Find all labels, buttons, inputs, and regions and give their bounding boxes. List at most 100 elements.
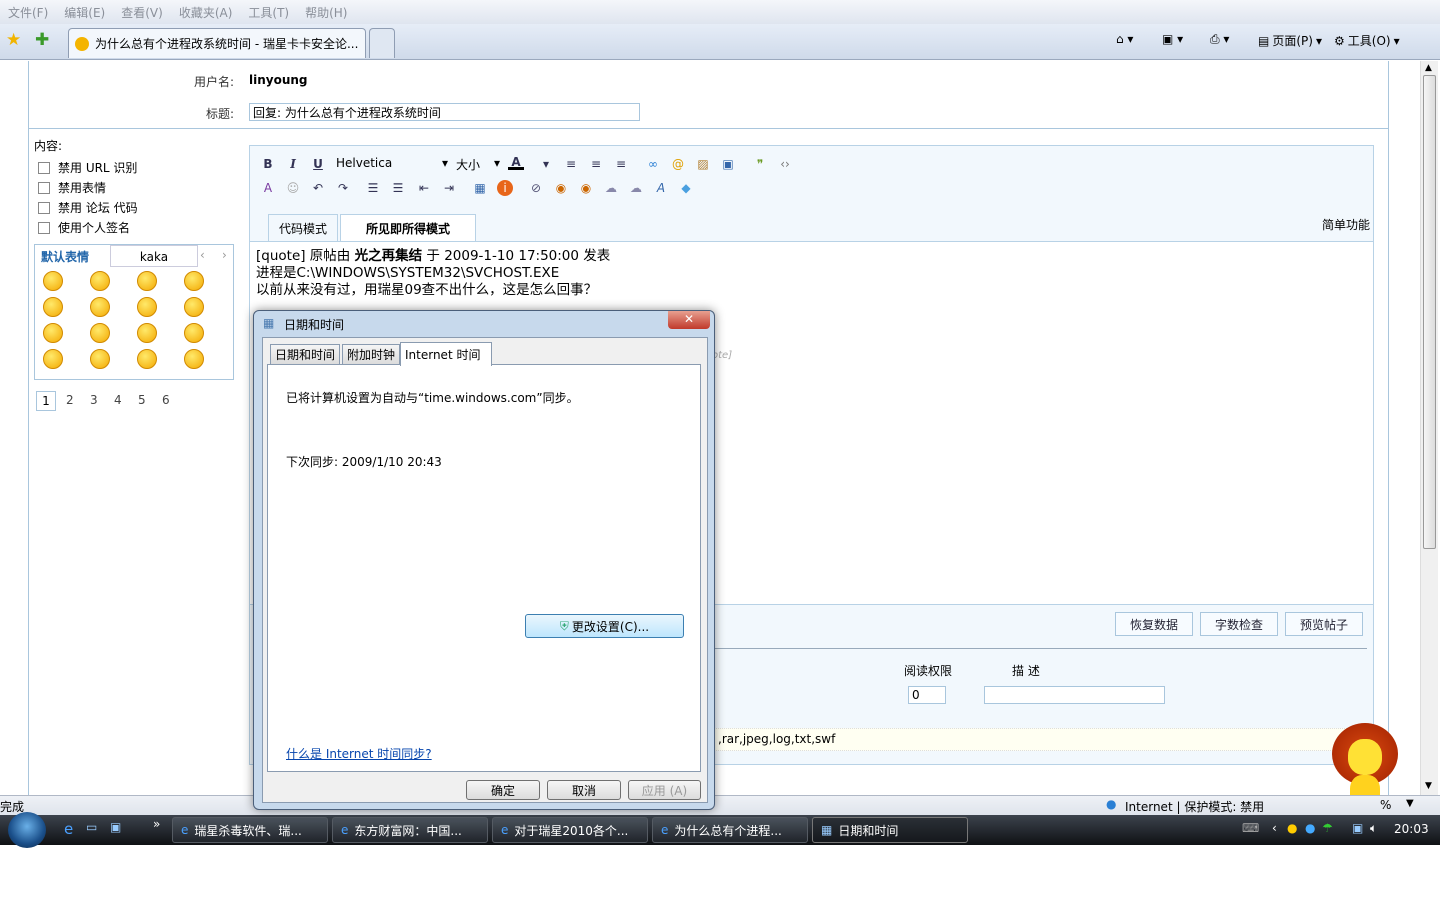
task-item-active[interactable]: ▦ 日期和时间 xyxy=(812,817,968,843)
smiley-icon[interactable] xyxy=(137,349,157,369)
option-disable-smilies[interactable]: 禁用表情 xyxy=(38,179,106,196)
smiley-icon[interactable] xyxy=(137,271,157,291)
smiley-icon[interactable]: ☺ xyxy=(285,180,301,196)
favorites-star-icon[interactable]: ★ xyxy=(6,30,21,50)
internet-time-help-link[interactable]: 什么是 Internet 时间同步? xyxy=(286,745,432,762)
email-icon[interactable]: @ xyxy=(670,156,686,172)
read-permission-input[interactable] xyxy=(908,686,946,704)
tab-additional-clocks[interactable]: 附加时钟 xyxy=(342,344,400,365)
menu-edit[interactable]: 编辑(E) xyxy=(64,4,105,21)
scroll-thumb[interactable] xyxy=(1423,75,1436,549)
align-left-icon[interactable]: ≡ xyxy=(563,156,579,172)
desktop-icon[interactable]: ▭ xyxy=(86,820,97,834)
free-icon[interactable]: ☁ xyxy=(628,180,644,196)
size-select[interactable]: 大小 ▾ xyxy=(456,154,502,174)
zoom-level[interactable]: % xyxy=(1380,798,1391,812)
apply-button[interactable]: 应用 (A) xyxy=(628,780,701,800)
smiley-icon[interactable] xyxy=(184,349,204,369)
tab-code-mode[interactable]: 代码模式 xyxy=(268,214,338,241)
tab-date-time[interactable]: 日期和时间 xyxy=(270,344,340,365)
menu-favorites[interactable]: 收藏夹(A) xyxy=(179,4,233,21)
task-item[interactable]: e 瑞星杀毒软件、瑞... xyxy=(172,817,328,843)
close-button[interactable]: ✕ xyxy=(668,311,710,329)
next-arrow-icon[interactable]: › xyxy=(222,248,227,262)
bold-icon[interactable]: B xyxy=(260,156,276,172)
link-icon[interactable]: ∞ xyxy=(645,156,661,172)
align-center-icon[interactable]: ≡ xyxy=(588,156,604,172)
description-input[interactable] xyxy=(984,686,1165,704)
preview-post-button[interactable]: 预览帖子 xyxy=(1285,612,1363,636)
new-tab-button[interactable] xyxy=(369,28,395,58)
menu-view[interactable]: 查看(V) xyxy=(121,4,163,21)
option-disable-bbcode[interactable]: 禁用 论坛 代码 xyxy=(38,199,138,216)
browser-tab-active[interactable]: 为什么总有个进程改系统时间 - 瑞星卡卡安全论... xyxy=(68,28,366,58)
zoom-dropdown-icon[interactable]: ▼ xyxy=(1406,798,1414,809)
page-menu[interactable]: ▤ 页面(P) ▾ xyxy=(1258,32,1322,49)
color-dropdown-icon[interactable]: ▾ xyxy=(538,156,554,172)
clock[interactable]: 20:03 xyxy=(1394,822,1429,836)
media-icon[interactable]: ▣ xyxy=(720,156,736,172)
hide-icon[interactable]: ☁ xyxy=(603,180,619,196)
smilies-page-3[interactable]: 3 xyxy=(90,393,98,407)
feeds-icon[interactable]: ▣ ▾ xyxy=(1162,32,1183,46)
network-icon[interactable]: ▣ xyxy=(1352,821,1363,835)
ok-button[interactable]: 确定 xyxy=(466,780,540,800)
fly-icon[interactable]: A xyxy=(653,180,669,196)
undo-icon[interactable]: ↶ xyxy=(310,180,326,196)
indent-icon[interactable]: ⇥ xyxy=(441,180,457,196)
menu-tools[interactable]: 工具(T) xyxy=(248,4,289,21)
cancel-button[interactable]: 取消 xyxy=(547,780,621,800)
smilies-page-5[interactable]: 5 xyxy=(138,393,146,407)
smiley-icon[interactable] xyxy=(90,323,110,343)
menu-file[interactable]: 文件(F) xyxy=(8,4,48,21)
tab-wysiwyg-mode[interactable]: 所见即所得模式 xyxy=(340,214,476,242)
smiley-icon[interactable] xyxy=(90,349,110,369)
smiley-icon[interactable] xyxy=(43,297,63,317)
smilies-tab-kaka[interactable]: kaka xyxy=(110,245,198,267)
prev-arrow-icon[interactable]: ‹ xyxy=(200,248,205,262)
start-button[interactable] xyxy=(8,812,46,848)
task-item[interactable]: e 对于瑞星2010各个... xyxy=(492,817,648,843)
ie-icon[interactable]: e xyxy=(64,820,73,838)
rm-icon[interactable]: ◉ xyxy=(553,180,569,196)
simple-mode-link[interactable]: 简单功能 xyxy=(1322,216,1370,233)
keyboard-icon[interactable]: ⌨ xyxy=(1242,821,1259,835)
font-color-icon[interactable]: A xyxy=(508,154,524,170)
word-count-button[interactable]: 字数检查 xyxy=(1200,612,1278,636)
security-zone[interactable]: Internet | 保护模式: 禁用 xyxy=(1125,798,1264,815)
tray-smiley-icon[interactable]: ● xyxy=(1287,821,1297,835)
italic-icon[interactable]: I xyxy=(285,156,301,172)
align-right-icon[interactable]: ≡ xyxy=(613,156,629,172)
home-icon[interactable]: ⌂ ▾ xyxy=(1116,32,1133,46)
task-item[interactable]: e 为什么总有个进程... xyxy=(652,817,808,843)
more-icon[interactable]: ◆ xyxy=(678,180,694,196)
print-icon[interactable]: ⎙ ▾ xyxy=(1210,32,1229,47)
smiley-icon[interactable] xyxy=(137,297,157,317)
option-use-signature[interactable]: 使用个人签名 xyxy=(38,219,130,236)
smiley-icon[interactable] xyxy=(90,271,110,291)
smiley-icon[interactable] xyxy=(184,323,204,343)
smiley-icon[interactable] xyxy=(184,297,204,317)
wmv-icon[interactable]: ◉ xyxy=(578,180,594,196)
vertical-scrollbar[interactable]: ▲ ▼ xyxy=(1420,61,1438,795)
underline-icon[interactable]: U xyxy=(310,156,326,172)
smiley-icon[interactable] xyxy=(43,323,63,343)
info-icon[interactable]: i xyxy=(497,180,513,196)
menu-help[interactable]: 帮助(H) xyxy=(305,4,347,21)
smiley-icon[interactable] xyxy=(137,323,157,343)
scroll-down-icon[interactable]: ▼ xyxy=(1425,781,1432,791)
smilies-page-2[interactable]: 2 xyxy=(66,393,74,407)
smilies-page-6[interactable]: 6 xyxy=(162,393,170,407)
smiley-icon[interactable] xyxy=(43,349,63,369)
code-icon[interactable]: ‹› xyxy=(777,156,793,172)
task-item[interactable]: e 东方财富网：中国... xyxy=(332,817,488,843)
redo-icon[interactable]: ↷ xyxy=(335,180,351,196)
tools-menu[interactable]: ⚙ 工具(O) ▾ xyxy=(1334,32,1400,49)
quote-icon[interactable]: ❞ xyxy=(752,156,768,172)
scroll-up-icon[interactable]: ▲ xyxy=(1425,63,1432,73)
change-settings-button[interactable]: ⛨ 更改设置(C)... xyxy=(525,614,684,638)
option-disable-url[interactable]: 禁用 URL 识别 xyxy=(38,159,137,176)
lion-mascot[interactable] xyxy=(1326,723,1406,795)
restore-data-button[interactable]: 恢复数据 xyxy=(1115,612,1193,636)
table-icon[interactable]: ▦ xyxy=(472,180,488,196)
